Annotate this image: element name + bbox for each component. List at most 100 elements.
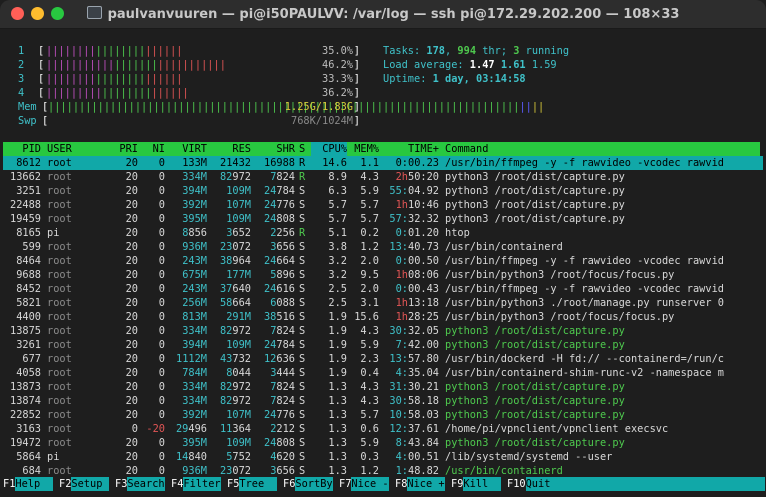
title-bar: paulvanvuuren — pi@i50PAULVV: /var/log —… <box>0 0 766 29</box>
col-state[interactable]: S <box>299 142 307 156</box>
virt-cell: 256M <box>182 297 207 309</box>
state-cell: S <box>299 325 306 337</box>
meter-bracket-left: [ <box>38 73 45 85</box>
fkey-f5[interactable]: F5Tree <box>227 477 277 491</box>
table-row[interactable]: 19459 root 20 0 395M 109M 24808 S 5.7 5.7 57:32.32… <box>3 212 763 226</box>
command-cell: python3 /root/dist/capture.py <box>445 437 625 449</box>
fkey-label: Setup <box>71 477 109 491</box>
pri-cell: 20 <box>125 409 138 421</box>
fkey-f8[interactable]: F8Nice + <box>395 477 445 491</box>
res-cell: 38964 <box>219 255 251 267</box>
shr-cell: 24784 <box>263 185 295 197</box>
table-row[interactable]: 13662 root 20 0 334M 82972 7824 R 8.9 4.3 2h50:20 p… <box>3 170 763 184</box>
fkey-f2[interactable]: F2Setup <box>59 477 109 491</box>
col-user[interactable]: USER <box>47 142 72 156</box>
cpu-cell: 1.3 <box>328 465 347 477</box>
fkey-f9[interactable]: F9Kill <box>451 477 501 491</box>
command-cell: /usr/bin/ffmpeg -y -f rawvideo -vcodec r… <box>445 255 724 267</box>
col-res[interactable]: RES <box>211 142 251 156</box>
terminal-content[interactable]: 1[|||||||||||||||||||||| 35.0%] 2[||||||||… <box>0 29 766 497</box>
pri-cell: 20 <box>125 451 138 463</box>
shr-cell: 12636 <box>263 353 295 365</box>
table-row[interactable]: 22852 root 20 0 392M 107M 24776 S 1.3 5.7 10:58.03… <box>3 408 763 422</box>
fkey-label: Quit <box>525 477 765 491</box>
pid-cell: 13873 <box>10 381 41 393</box>
ni-cell: 0 <box>158 157 165 169</box>
col-pid[interactable]: PID <box>3 142 41 156</box>
fkey-f7[interactable]: F7Nice - <box>339 477 389 491</box>
cpu-cell: 14.6 <box>322 157 347 169</box>
table-row[interactable]: 13874 root 20 0 334M 82972 7824 S 1.3 4.3 30:58.18… <box>3 394 763 408</box>
col-ni[interactable]: NI <box>141 142 165 156</box>
col-cpu[interactable]: CPU% <box>311 142 347 156</box>
command-cell: /usr/bin/containerd <box>445 241 563 253</box>
cpu-cell: 1.3 <box>328 409 347 421</box>
fkey-f3[interactable]: F3Search <box>115 477 165 491</box>
fkey-f10[interactable]: F10Quit <box>507 477 765 491</box>
uptime-line: Uptime: 1 day, 03:14:58 <box>383 72 526 86</box>
table-row[interactable]: 19472 root 20 0 395M 109M 24808 S 1.3 5.9 8:43.84 p… <box>3 436 763 450</box>
time-cell: 7:42.00 <box>395 339 439 351</box>
pri-cell: 20 <box>125 381 138 393</box>
mem-label: Mem <box>18 101 37 113</box>
pid-cell: 13875 <box>10 325 41 337</box>
uptime-label: Uptime: <box>383 73 433 85</box>
col-command[interactable]: Command <box>445 142 488 156</box>
pri-cell: 20 <box>125 213 138 225</box>
pid-cell: 4058 <box>16 367 41 379</box>
fkey-f4[interactable]: F4Filter <box>171 477 221 491</box>
threads-label: thr; <box>476 45 514 57</box>
command-cell: python3 /root/dist/capture.py <box>445 395 625 407</box>
table-row[interactable]: 4058 root 20 0 784M 8044 3444 S 1.9 0.4 4:35.04/us… <box>3 366 763 380</box>
col-virt[interactable]: VIRT <box>167 142 207 156</box>
folder-icon <box>86 6 102 19</box>
cpu-cell: 1.9 <box>328 339 347 351</box>
fkey-f6[interactable]: F6SortBy <box>283 477 333 491</box>
command-cell: /usr/bin/containerd <box>445 465 563 477</box>
ni-cell: 0 <box>158 241 165 253</box>
table-row[interactable]: 677 root 20 0 1112M 43732 12636 S 1.9 2.3 13:57.80… <box>3 352 763 366</box>
table-row[interactable]: 684 root 20 0 936M 23072 3656 S 1.3 1.2 1:48.82/us… <box>3 464 763 478</box>
pid-cell: 5821 <box>16 297 41 309</box>
mem-cell: 1.2 <box>360 241 379 253</box>
table-row[interactable]: 3163 root 0 -20 29496 11364 2212 S 1.3 0.6 12:37.6… <box>3 422 763 436</box>
mem-cell: 9.5 <box>360 269 379 281</box>
col-mem[interactable]: MEM% <box>349 142 379 156</box>
user-cell: root <box>47 213 72 225</box>
table-row-selected[interactable]: 8612 root 20 0 133M 21432 16988 R 14.6 1.1 0:00.23… <box>3 156 763 170</box>
pid-cell: 4400 <box>16 311 41 323</box>
uptime-value: 1 day, 03:14:58 <box>432 73 526 85</box>
table-row[interactable]: 9688 root 20 0 675M 177M 5896 S 3.2 9.5 1h08:06/us… <box>3 268 763 282</box>
table-row[interactable]: 5821 root 20 0 256M 58664 6088 S 2.5 3.1 1h13:18/u… <box>3 296 763 310</box>
table-row[interactable]: 4400 root 20 0 813M 291M 38516 S 1.9 15.6 1h28:25 /… <box>3 310 763 324</box>
table-row[interactable]: 22488 root 20 0 392M 107M 24776 S 5.7 5.7 1h10:46 p… <box>3 198 763 212</box>
table-row[interactable]: 8464 root 20 0 243M 38964 24664 S 3.2 2.0 0:00.50 /… <box>3 254 763 268</box>
ni-cell: 0 <box>158 255 165 267</box>
col-pri[interactable]: PRI <box>108 142 138 156</box>
res-cell: 5752 <box>226 451 251 463</box>
fkey-key: F5 <box>227 478 240 490</box>
table-row[interactable]: 5864 pi 20 0 14840 5752 4620 S 1.3 0.3 4:00.51/lib… <box>3 450 763 464</box>
col-shr[interactable]: SHR <box>253 142 295 156</box>
pid-cell: 3251 <box>16 185 41 197</box>
table-row[interactable]: 3261 root 20 0 394M 109M 24784 S 1.9 5.9 7:42.00 py… <box>3 338 763 352</box>
fkey-key: F3 <box>115 478 128 490</box>
mem-cell: 1.2 <box>360 465 379 477</box>
table-row[interactable]: 8165 pi 20 0 8856 3652 2256 R 5.1 0.2 0:01.20 htop <box>3 226 763 240</box>
table-row[interactable]: 599 root 20 0 936M 23072 3656 S 3.8 1.2 13:40.73/u… <box>3 240 763 254</box>
col-time[interactable]: TIME+ <box>383 142 439 156</box>
meter-bracket-left: [ <box>38 59 45 71</box>
load-label: Load average: <box>383 59 470 71</box>
table-row[interactable]: 3251 root 20 0 394M 109M 24784 S 6.3 5.9 55:04.92 p… <box>3 184 763 198</box>
cpu-label: 1 <box>18 45 25 57</box>
time-cell: 0:00.50 <box>395 255 439 267</box>
shr-cell: 24776 <box>263 409 295 421</box>
table-row[interactable]: 8452 root 20 0 243M 37640 24616 S 2.5 2.0 0:00.43 /… <box>3 282 763 296</box>
virt-cell: 243M <box>182 283 207 295</box>
virt-cell: 334M <box>182 395 207 407</box>
table-row[interactable]: 13875 root 20 0 334M 82972 7824 S 1.9 4.3 30:32.05… <box>3 324 763 338</box>
fkey-f1[interactable]: F1Help <box>3 477 53 491</box>
mem-cell: 0.4 <box>360 367 379 379</box>
table-row[interactable]: 13873 root 20 0 334M 82972 7824 S 1.3 4.3 31:30.21… <box>3 380 763 394</box>
fkey-label: Nice - <box>351 477 389 491</box>
